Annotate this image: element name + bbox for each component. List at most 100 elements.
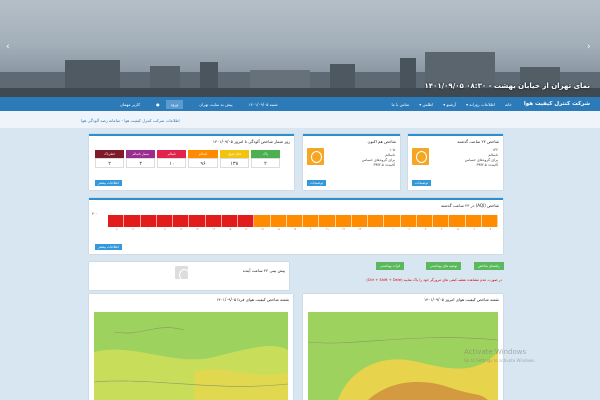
panel-map-right: نقشه شاخص کیفیت هوای امروز ۱۴۰۱/۰۹/۰۵ bbox=[303, 294, 503, 400]
panel-now-title: شاخص هم اکنون bbox=[367, 139, 396, 144]
top-navbar: شرکت کنترل کیفیت هوا خانه اطلاعات روزانه… bbox=[0, 97, 600, 111]
day-col-very-unhealthy: بسیار ناسالم ۲ bbox=[126, 150, 156, 168]
aqi-bar[interactable] bbox=[173, 215, 190, 227]
nav-atlas[interactable]: اطلس ▾ bbox=[419, 102, 433, 107]
aqi-tick-label: ۰۰ bbox=[374, 228, 378, 231]
aqi-bar[interactable] bbox=[368, 215, 385, 227]
aqi-tick-row: ۰۸ ۰۹ ۱۰ ۱۱ ۱۲ ۱۳ ۱۴ ۱۵ ۱۶ ۱۷ ۱۸ ۱۹ ۲۰ ۲۱ ۲۲ ۲۳ ۰۰ ۰۱ ۰۲ ۰۳… bbox=[108, 228, 498, 231]
nav-site-link[interactable]: پیش به سایت تهران bbox=[199, 102, 232, 107]
day-col-acceptable: قابل قبول ۱۳۸ bbox=[219, 150, 249, 168]
aqi-bar[interactable] bbox=[124, 215, 141, 227]
map-right-title: نقشه شاخص کیفیت هوای امروز ۱۴۰۱/۰۹/۰۵ bbox=[423, 297, 499, 302]
aqi-bar[interactable] bbox=[140, 215, 157, 227]
aqi-tick-label: ۰۸ bbox=[114, 228, 118, 231]
aqi-tick-label: ۱۶ bbox=[244, 228, 248, 231]
aqi-tick-label: ۲۱ bbox=[325, 228, 329, 231]
aqi-bar[interactable] bbox=[156, 215, 173, 227]
panel-24h-title: شاخص ۲۴ ساعت گذشته bbox=[457, 139, 499, 144]
panel-aqi-button[interactable]: اطلاعات بیشتر bbox=[95, 244, 122, 250]
aqi-tick-label: ۲۰ bbox=[309, 228, 313, 231]
aqi-bar[interactable] bbox=[270, 215, 287, 227]
panel-now-button[interactable]: توضیحات bbox=[307, 180, 327, 186]
aqi-tick-label: ۱۳ bbox=[195, 228, 199, 231]
aqi-bar[interactable] bbox=[416, 215, 433, 227]
aqi-bar[interactable] bbox=[384, 215, 401, 227]
aqi-tick-label: ۱۵ bbox=[228, 228, 232, 231]
aqi-bar[interactable] bbox=[303, 215, 320, 227]
aqi-tick-label: ۲۳ bbox=[358, 228, 362, 231]
aqi-tick-label: ۰۲ bbox=[407, 228, 411, 231]
breadcrumb-bar: اطلاعات شرکت کنترل کیفیت هوا - سامانه رص… bbox=[0, 111, 600, 128]
aqi-bar[interactable] bbox=[221, 215, 238, 227]
hero-caption: نمای تهران از خیابان بهشت - ۰۸:۳۰ ۱۴۰۱/۰… bbox=[424, 82, 590, 90]
map-left-title: نقشه شاخص کیفیت هوای فردا ۱۴۰۱/۰۹/۰۵ bbox=[216, 297, 289, 302]
chevron-left-icon[interactable]: ‹ bbox=[6, 42, 10, 52]
aqi-bar[interactable] bbox=[433, 215, 450, 227]
tab-aqi-guide[interactable]: راهنمای شاخص bbox=[474, 262, 504, 270]
breadcrumb[interactable]: اطلاعات شرکت کنترل کیفیت هوا - سامانه رص… bbox=[81, 118, 180, 123]
aqi-bar[interactable] bbox=[465, 215, 482, 227]
aqi-bar[interactable] bbox=[205, 215, 222, 227]
panel-forecast: پیش بینی ۲۴ ساعت آینده bbox=[89, 262, 289, 290]
city-skyline-image bbox=[0, 52, 600, 97]
panel-24h-button[interactable]: توضیحات bbox=[412, 180, 432, 186]
aqi-bar[interactable] bbox=[481, 215, 498, 227]
aqi-tick-label: ۰۵ bbox=[455, 228, 459, 231]
map-left-image[interactable] bbox=[94, 312, 288, 400]
panel-now: شاخص هم اکنون ۱۰۵ ناسالم برای گروه‌های ح… bbox=[303, 134, 400, 190]
nav-home[interactable]: خانه bbox=[505, 102, 512, 107]
day-col-hazardous: خطرناک ۲ bbox=[94, 150, 125, 168]
day-col-sensitive: ناسالم ۹۶ bbox=[188, 150, 218, 168]
face-unhealthy-icon bbox=[412, 148, 429, 165]
aqi-tick-label: ۰۹ bbox=[130, 228, 134, 231]
aqi-bar[interactable] bbox=[189, 215, 206, 227]
cache-warning: در صورت عدم مشاهده نقشه کیفی های مرورگر … bbox=[366, 278, 502, 282]
panel-aqi-title: شاخص (AQI) در ۲۴ ساعت گذشته bbox=[440, 203, 499, 208]
tab-health-tips[interactable]: توصیه های بهداشتی bbox=[426, 262, 462, 270]
day-col-clean: پاک ۲ bbox=[250, 150, 280, 168]
aqi-tick-label: ۰۷ bbox=[488, 228, 492, 231]
panel-map-left: نقشه شاخص کیفیت هوای فردا ۱۴۰۱/۰۹/۰۵ bbox=[89, 294, 293, 400]
os-activation-subtext: Go to Settings to activate Windows. bbox=[464, 358, 536, 363]
login-button[interactable]: ورود bbox=[165, 99, 184, 109]
panel-24h-text: ۱۳۲ ناسالم برای گروه‌های حساس آلاینده: P… bbox=[464, 148, 498, 167]
aqi-tick-label: ۰۴ bbox=[439, 228, 443, 231]
aqi-bar[interactable] bbox=[319, 215, 336, 227]
aqi-ylabel: ۳۰۰ bbox=[92, 212, 98, 216]
nav-date: شنبه ۱۴۰۱/۰۹/۰۵ bbox=[248, 101, 278, 107]
aqi-tick-label: ۱۷ bbox=[260, 228, 264, 231]
aqi-tick-label: ۲۲ bbox=[342, 228, 346, 231]
chevron-right-icon[interactable]: › bbox=[587, 42, 591, 52]
aqi-tick-label: ۱۰ bbox=[147, 228, 151, 231]
day-counter-table: پاک ۲ قابل قبول ۱۳۸ ناسالم ۹۶ ناسالم ۱۰ بسیا… bbox=[94, 150, 280, 168]
aqi-tick-label: ۱۸ bbox=[277, 228, 281, 231]
hero-banner: نمای تهران از خیابان بهشت - ۰۸:۳۰ ۱۴۰۱/۰… bbox=[0, 0, 600, 97]
aqi-bar[interactable] bbox=[351, 215, 368, 227]
aqi-bar[interactable] bbox=[238, 215, 255, 227]
site-brand[interactable]: شرکت کنترل کیفیت هوا bbox=[524, 101, 590, 107]
aqi-bar[interactable] bbox=[449, 215, 466, 227]
map-right-image[interactable] bbox=[308, 312, 498, 400]
tab-health-effects[interactable]: اثرات بهداشتی bbox=[376, 262, 405, 270]
aqi-bar-strip bbox=[108, 215, 498, 227]
aqi-bar[interactable] bbox=[108, 215, 125, 227]
aqi-tick-label: ۱۹ bbox=[293, 228, 297, 231]
face-unhealthy-icon bbox=[307, 148, 324, 165]
panel-24h: شاخص ۲۴ ساعت گذشته ۱۳۲ ناسالم برای گروه‌… bbox=[408, 134, 503, 190]
panel-days-button[interactable]: اطلاعات بیشتر bbox=[95, 180, 122, 186]
aqi-bar[interactable] bbox=[400, 215, 417, 227]
user-name[interactable]: کاربر مهمان bbox=[120, 102, 140, 107]
aqi-bar[interactable] bbox=[286, 215, 303, 227]
aqi-tick-label: ۱۴ bbox=[212, 228, 216, 231]
aqi-bar[interactable] bbox=[254, 215, 271, 227]
nav-daily[interactable]: اطلاعات روزانه ▾ bbox=[466, 102, 495, 107]
nav-contact[interactable]: تماس با ما bbox=[391, 102, 409, 107]
nav-archive[interactable]: آرشیو ▾ bbox=[443, 102, 456, 107]
aqi-bar[interactable] bbox=[335, 215, 352, 227]
aqi-tick-label: ۰۶ bbox=[472, 228, 476, 231]
os-activation-watermark: Activate Windows bbox=[464, 348, 527, 356]
aqi-tick-label: ۱۲ bbox=[179, 228, 183, 231]
user-icon: ● bbox=[156, 101, 160, 107]
panel-now-text: ۱۰۵ ناسالم برای گروه‌های حساس آلاینده: P… bbox=[361, 148, 395, 167]
aqi-tick-label: ۰۳ bbox=[423, 228, 427, 231]
